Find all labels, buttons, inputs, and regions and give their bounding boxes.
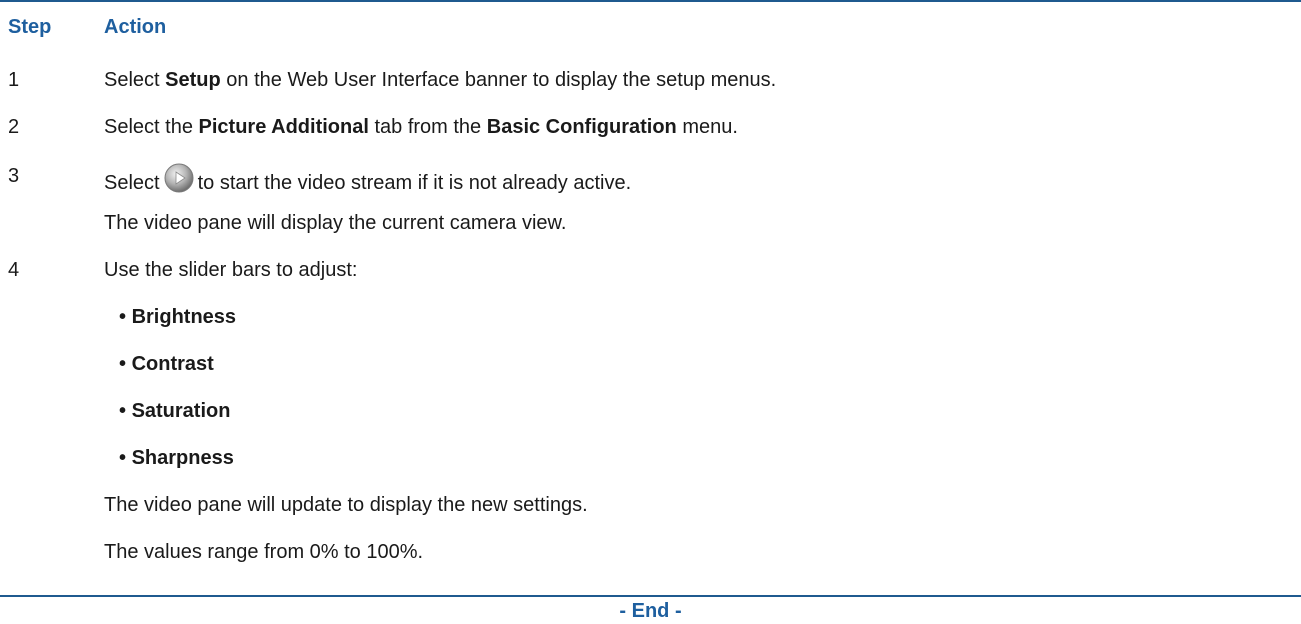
play-button-icon: [164, 163, 194, 193]
step-3-text: Select to start the video stream if it i…: [104, 163, 631, 196]
bottom-rule: [0, 595, 1301, 597]
step-number-3: 3: [8, 165, 20, 187]
step-2-text: Select the Picture Additional tab from t…: [104, 114, 738, 140]
top-rule: [0, 0, 1301, 2]
step-4-intro: Use the slider bars to adjust:: [104, 259, 358, 281]
step-3-note: The video pane will display the current …: [104, 212, 567, 234]
bullet-item: • Saturation: [119, 400, 231, 422]
bullet-item: • Contrast: [119, 353, 214, 375]
bullet-label-brightness: Brightness: [131, 306, 237, 328]
step-1-text: Select Setup on the Web User Interface b…: [104, 67, 776, 93]
bullet-label-contrast: Contrast: [131, 353, 214, 375]
step-number-4: 4: [8, 259, 20, 281]
step-3-pre: Select: [104, 172, 160, 194]
bullet-label-saturation: Saturation: [131, 400, 231, 422]
step-number-2: 2: [8, 116, 20, 138]
header-action: Action: [104, 16, 167, 38]
step-1-pre: Select: [104, 69, 166, 91]
bullet-label-sharpness: Sharpness: [131, 447, 234, 469]
header-step: Step: [8, 16, 52, 38]
step-2-bold-2: Basic Configuration: [486, 116, 677, 138]
step-4-note-2: The values range from 0% to 100%.: [104, 541, 424, 563]
step-4-note-1: The video pane will update to display th…: [104, 494, 588, 516]
step-2-pre: Select the: [104, 116, 199, 138]
step-2-mid: tab from the: [368, 116, 487, 138]
step-2-bold-1: Picture Additional: [198, 116, 369, 138]
step-2-post: menu.: [676, 116, 738, 138]
end-marker: - End -: [619, 600, 682, 622]
step-number-1: 1: [8, 69, 20, 91]
step-1-post: on the Web User Interface banner to disp…: [220, 69, 777, 91]
bullet-item: • Brightness: [119, 306, 237, 328]
step-1-bold: Setup: [165, 69, 221, 91]
step-3-post: to start the video stream if it is not a…: [197, 172, 632, 194]
bullet-item: • Sharpness: [119, 447, 234, 469]
